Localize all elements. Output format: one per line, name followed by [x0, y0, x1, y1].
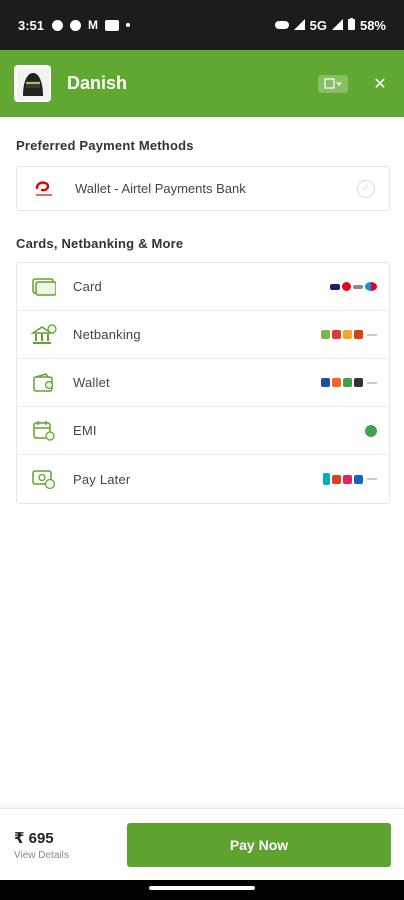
icici-logo-icon — [354, 330, 363, 339]
gesture-nav-bar — [0, 880, 404, 900]
emi-logos — [365, 424, 377, 437]
emi-calendar-icon — [31, 420, 57, 442]
icici-paylater-logo-icon — [332, 474, 341, 484]
preferred-method-label: Wallet - Airtel Payments Bank — [75, 181, 246, 196]
cell-signal-icon — [331, 18, 343, 33]
preferred-method-airtel[interactable]: Wallet - Airtel Payments Bank ✓ — [16, 166, 390, 211]
method-label: Card — [73, 279, 102, 294]
status-time: 3:51 — [18, 17, 45, 33]
jio-money-logo-icon — [321, 378, 330, 387]
card-network-logos — [330, 282, 377, 291]
more-methods-title: Cards, Netbanking & More — [16, 236, 184, 251]
gmail-icon: M — [88, 18, 99, 32]
status-bar: 3:51 M 5G 58% — [0, 0, 404, 50]
more-banks-icon — [367, 333, 377, 336]
sbi-logo-icon — [332, 330, 341, 339]
freecharge-logo-icon — [332, 378, 341, 387]
total-amount: ₹ 695 — [14, 830, 54, 847]
checkout-footer: ₹ 695 View Details Pay Now — [0, 808, 404, 880]
preferred-methods-title: Preferred Payment Methods — [16, 138, 194, 153]
notification-icon — [52, 19, 64, 31]
home-gesture-handle[interactable] — [149, 886, 255, 890]
checkout-header: Danish ✕ — [0, 50, 404, 117]
close-icon[interactable]: ✕ — [370, 74, 390, 94]
simpl-logo-icon — [323, 473, 330, 485]
translate-icon[interactable] — [318, 74, 348, 93]
check-circle-icon[interactable]: ✓ — [357, 179, 375, 198]
method-label: EMI — [73, 423, 97, 438]
payment-methods-list: Card Netbanking Wallet EMI Pay Later — [16, 262, 390, 504]
battery-level: 58% — [359, 17, 386, 33]
wifi-signal-icon — [293, 18, 305, 33]
maestro-logo-icon — [365, 282, 377, 291]
zestmoney-logo-icon — [365, 424, 377, 437]
hdfc-logo-icon — [343, 330, 352, 339]
lazypay-logo-icon — [343, 474, 352, 484]
notification-dot-icon — [70, 19, 82, 31]
method-label: Pay Later — [73, 471, 131, 487]
wallet-logos — [321, 378, 377, 387]
method-emi[interactable]: EMI — [17, 407, 389, 455]
method-label: Wallet — [73, 375, 110, 390]
method-card[interactable]: Card — [17, 263, 389, 311]
wallet-icon — [31, 372, 57, 394]
more-paylater-icon — [367, 478, 377, 480]
pay-now-button[interactable]: Pay Now — [127, 823, 391, 867]
method-netbanking[interactable]: Netbanking — [17, 311, 389, 359]
mastercard-logo-icon — [342, 282, 351, 291]
paylater-icon — [31, 468, 57, 490]
mobikwik-logo-icon — [343, 378, 352, 387]
network-type: 5G — [309, 17, 327, 33]
bank-logos — [321, 330, 377, 339]
airtel-logo-icon — [31, 178, 57, 200]
rupay-logo-icon — [353, 284, 363, 289]
app-notification-icon — [105, 19, 120, 31]
card-icon — [31, 276, 57, 298]
hdfc-paylater-logo-icon — [354, 474, 363, 484]
merchant-name: Danish — [67, 73, 128, 93]
helmet-avatar-icon — [14, 65, 51, 102]
game-controller-icon — [274, 18, 289, 33]
paylater-logos — [323, 473, 377, 485]
battery-icon — [347, 17, 355, 33]
bank-icon — [31, 323, 57, 346]
more-wallets-icon — [367, 381, 377, 384]
visa-logo-icon — [330, 283, 340, 290]
method-pay-later[interactable]: Pay Later — [17, 455, 389, 503]
view-details-link[interactable]: View Details — [14, 850, 69, 861]
more-notifications-icon — [126, 23, 131, 27]
method-wallet[interactable]: Wallet — [17, 359, 389, 407]
ola-money-logo-icon — [354, 378, 363, 387]
method-label: Netbanking — [73, 327, 141, 342]
axis-bank-logo-icon — [321, 330, 330, 339]
